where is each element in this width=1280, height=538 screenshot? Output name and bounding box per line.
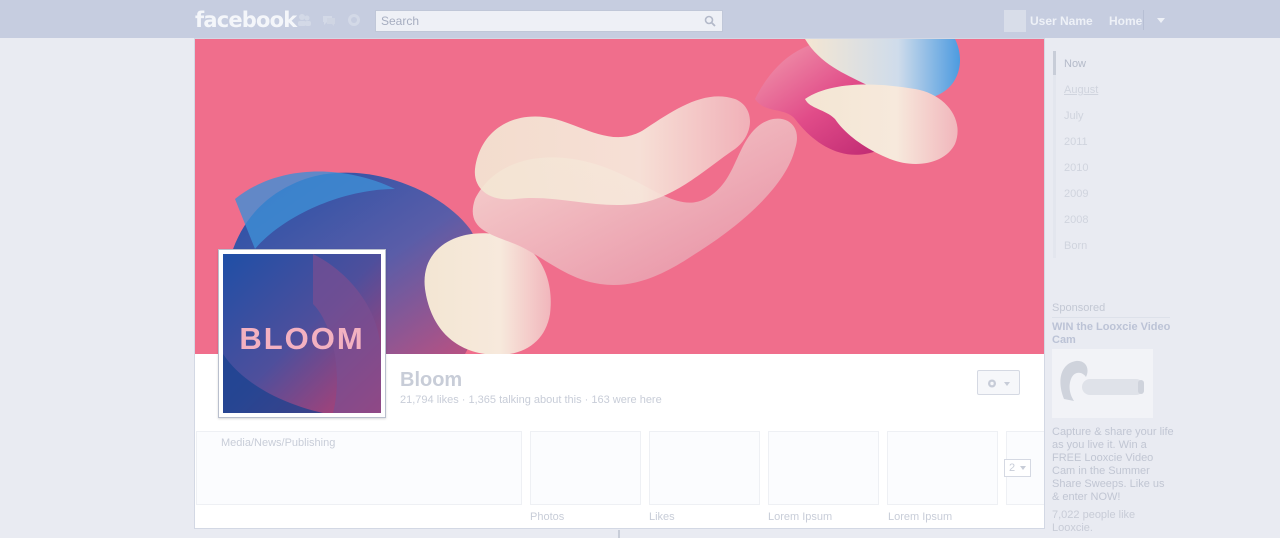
timeline-stem [618, 530, 620, 538]
timeline-scrubber [1053, 51, 1056, 258]
app-tile-3[interactable] [768, 431, 879, 505]
page-category: Media/News/Publishing [221, 437, 336, 449]
app-tile-4[interactable] [887, 431, 998, 505]
scrubber-item-2008[interactable]: 2008 [1064, 214, 1088, 226]
scrubber-item-2009[interactable]: 2009 [1064, 188, 1088, 200]
ad-image[interactable] [1052, 349, 1153, 418]
page-stats: 21,794 likes · 1,365 talking about this … [400, 394, 662, 406]
page-title[interactable]: Bloom [400, 369, 462, 392]
search-placeholder: Search [381, 14, 420, 28]
page-settings-button[interactable] [977, 370, 1020, 395]
messages-icon[interactable] [322, 13, 336, 27]
profile-picture[interactable]: BLOOM [218, 249, 386, 418]
scrubber-item-2010[interactable]: 2010 [1064, 162, 1088, 174]
scrubber-item-2011[interactable]: 2011 [1064, 136, 1088, 148]
search-icon[interactable] [704, 15, 716, 27]
notifications-icon[interactable] [347, 13, 361, 27]
ad-social-context[interactable]: 7,022 people like Looxcie. [1052, 509, 1174, 535]
app-label-likes[interactable]: Likes [649, 511, 675, 523]
scrubber-item-august[interactable]: August [1064, 84, 1098, 96]
account-menu-arrow-icon[interactable] [1157, 18, 1165, 23]
cover-logo-text: BLOOM [239, 321, 364, 356]
app-label-3[interactable]: Lorem Ipsum [768, 511, 832, 523]
user-avatar[interactable] [1004, 10, 1026, 32]
ad-title-link[interactable]: WIN the Looxcie Video Cam [1052, 321, 1172, 347]
app-tile-likes[interactable] [649, 431, 760, 505]
apps-more-count: 2 [1009, 462, 1016, 474]
facebook-logo[interactable]: facebook [195, 8, 297, 32]
scrubber-active-marker [1053, 51, 1056, 75]
app-tile-photos[interactable] [530, 431, 641, 505]
scrubber-item-now[interactable]: Now [1064, 58, 1086, 70]
apps-more-dropdown[interactable]: 2 [1004, 459, 1031, 477]
home-link[interactable]: Home [1109, 14, 1142, 28]
divider [1052, 317, 1170, 318]
sponsored-heading: Sponsored [1052, 302, 1106, 314]
user-name-link[interactable]: User Name [1030, 14, 1093, 28]
scrubber-item-july[interactable]: July [1064, 110, 1084, 122]
search-input[interactable]: Search [375, 10, 723, 32]
ad-body-text[interactable]: Capture & share your life as you live it… [1052, 426, 1174, 504]
scrubber-item-born[interactable]: Born [1064, 240, 1087, 252]
top-bar: facebook Search User Name Home [0, 0, 1280, 38]
app-label-photos[interactable]: Photos [530, 511, 564, 523]
chevron-down-icon [1020, 466, 1026, 470]
app-label-4[interactable]: Lorem Ipsum [888, 511, 952, 523]
friend-requests-icon[interactable] [297, 13, 311, 27]
divider [1143, 10, 1144, 30]
